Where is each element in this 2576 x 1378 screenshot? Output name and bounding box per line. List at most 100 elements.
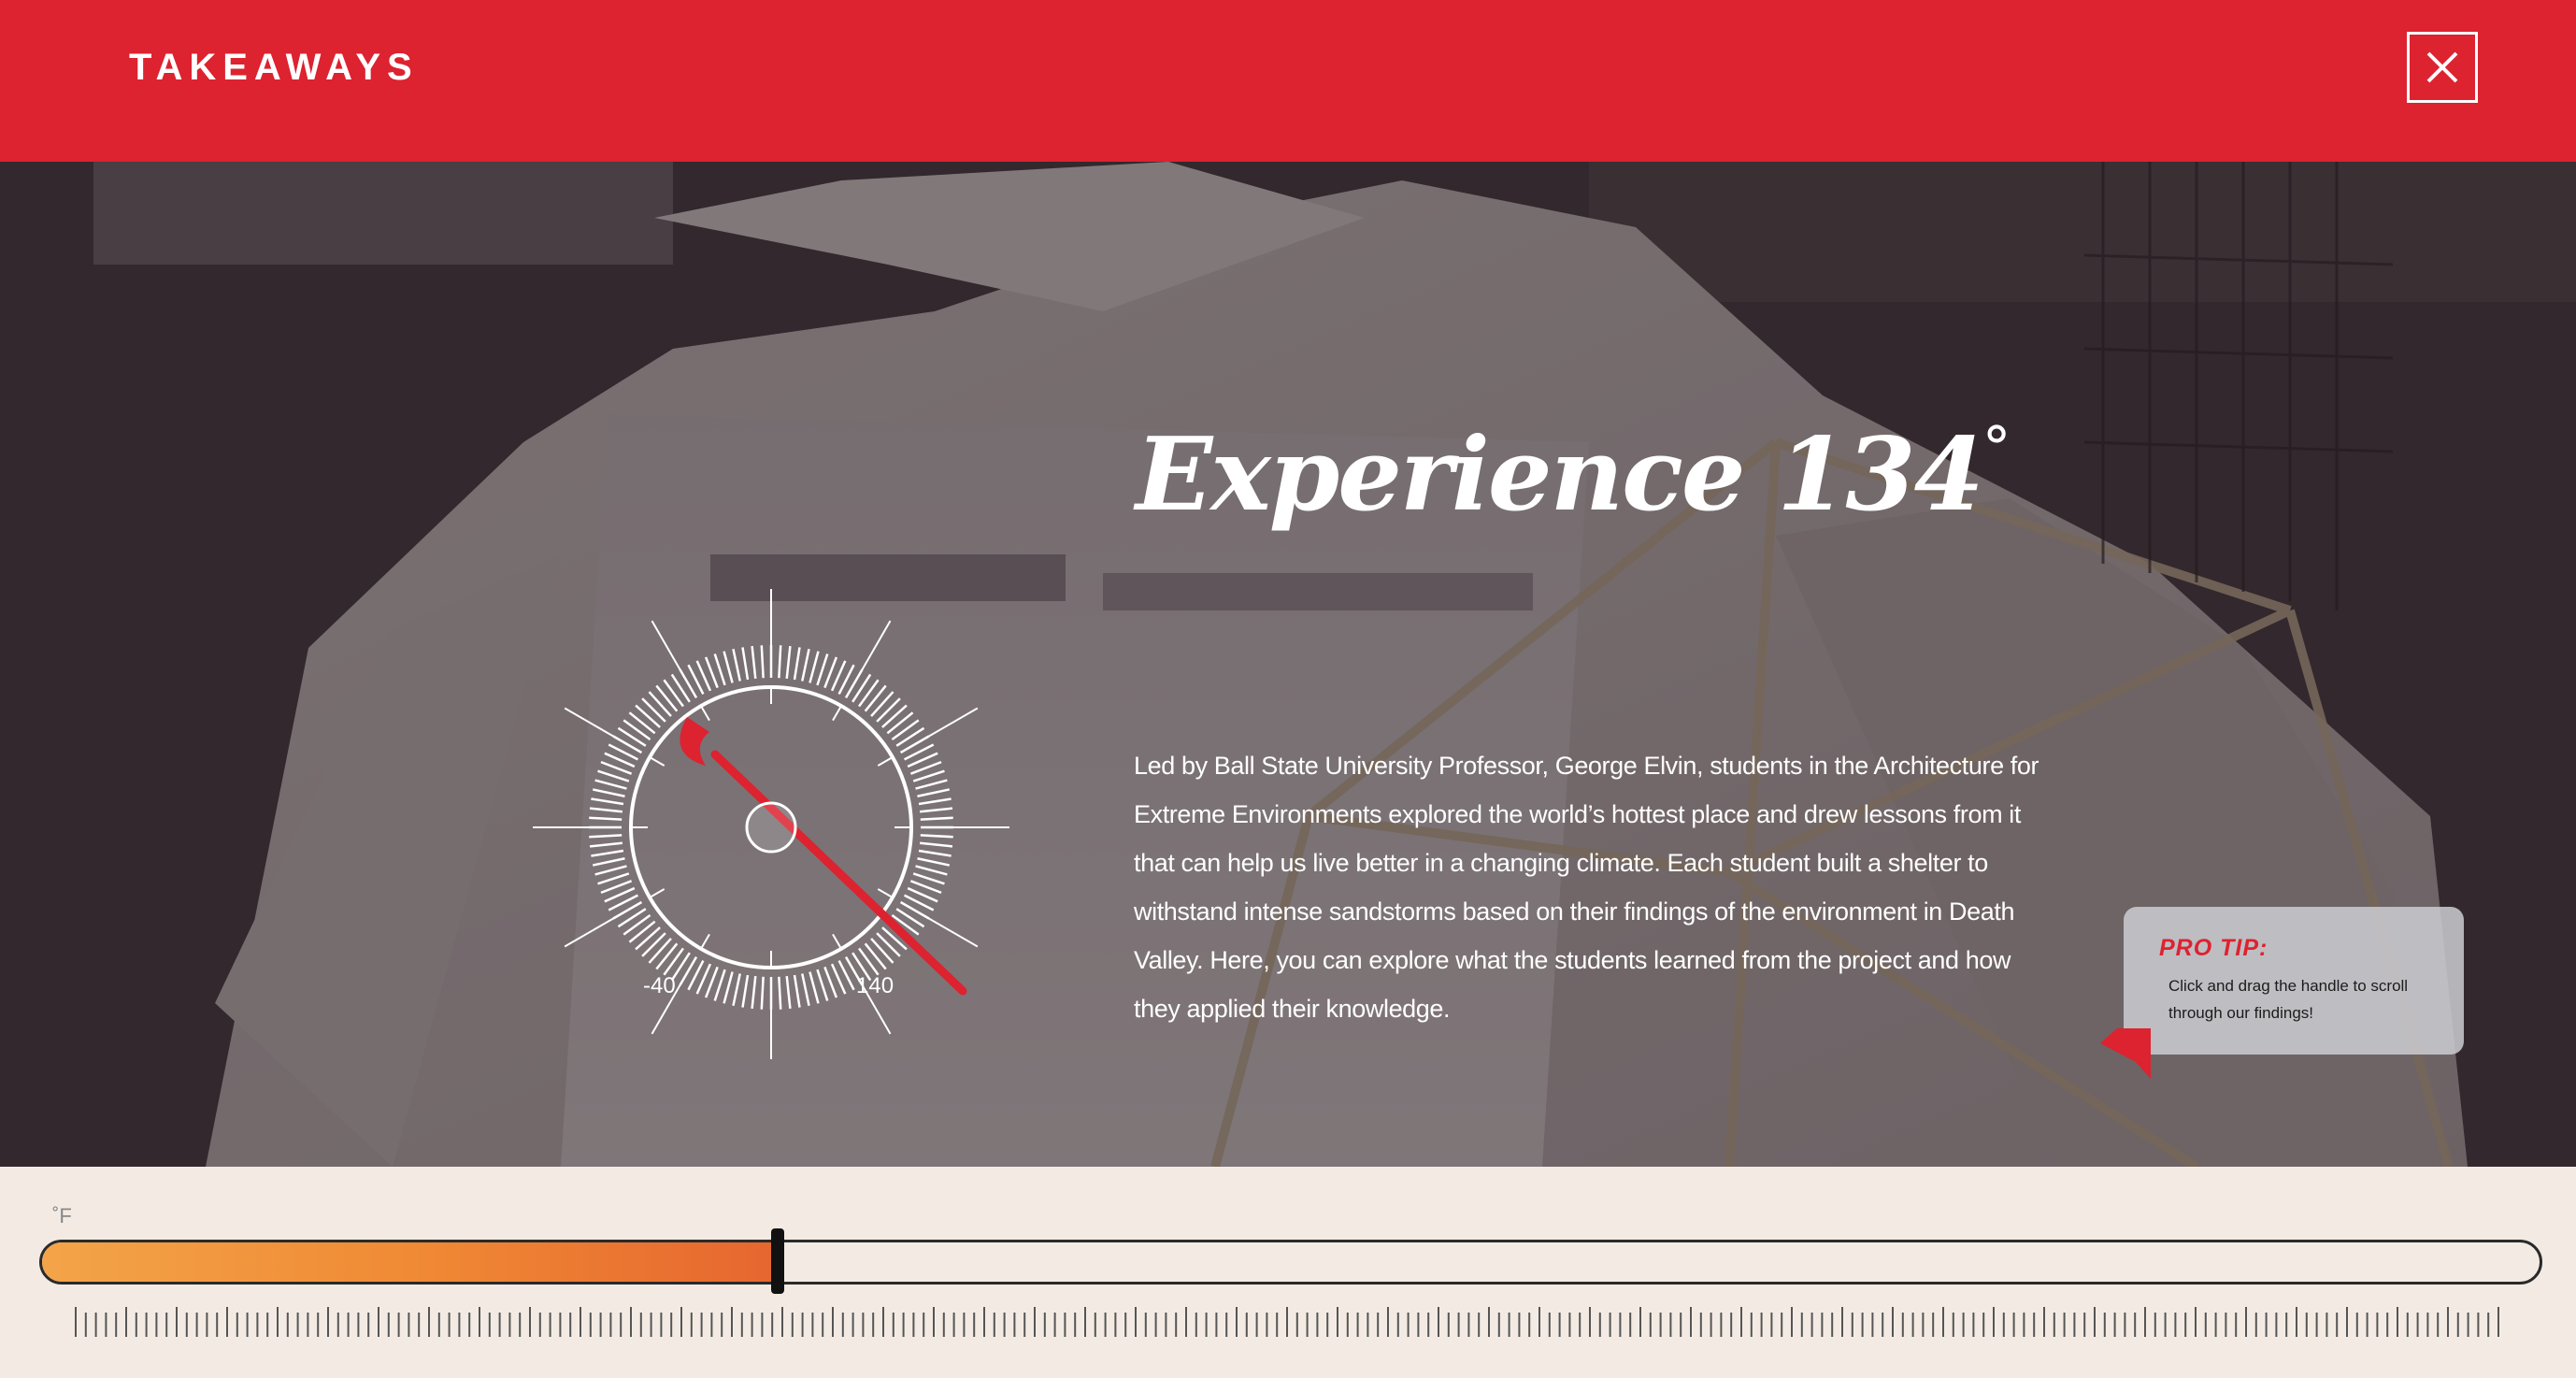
unit-label: ˚F bbox=[52, 1204, 72, 1227]
gauge-tick bbox=[920, 816, 953, 821]
gauge-needle-tail bbox=[680, 717, 709, 766]
gauge-tick bbox=[778, 645, 782, 679]
gauge-spoke bbox=[564, 915, 618, 948]
gauge-tick bbox=[655, 942, 679, 970]
gauge-tick bbox=[876, 932, 901, 957]
gauge-tick bbox=[628, 711, 656, 735]
gauge-tick bbox=[589, 841, 623, 848]
close-icon bbox=[2426, 51, 2458, 83]
gauge-tick bbox=[663, 947, 684, 976]
gauge-inner-tick bbox=[700, 705, 710, 722]
gauge-tick bbox=[670, 673, 691, 703]
gauge-needle bbox=[710, 750, 967, 996]
gauge-tick bbox=[751, 975, 757, 1010]
gauge-tick bbox=[919, 841, 953, 848]
gauge-tick bbox=[635, 704, 661, 728]
page-title: TAKEAWAYS bbox=[129, 47, 419, 88]
gauge-tick bbox=[816, 969, 829, 1001]
gauge-max-label: 140 bbox=[856, 973, 894, 998]
gauge-tick bbox=[655, 684, 679, 712]
gauge-tick bbox=[593, 857, 625, 867]
gauge-tick bbox=[617, 908, 647, 928]
gauge-tick bbox=[785, 645, 792, 680]
gauge-tick bbox=[917, 788, 950, 797]
gauge-tick bbox=[895, 908, 925, 928]
gauge-tick bbox=[891, 719, 920, 740]
headline-text: Experience 134 bbox=[1136, 416, 1984, 534]
gauge-tick bbox=[881, 704, 908, 728]
gauge-tick bbox=[628, 920, 656, 943]
pro-tip-title: PRO TIP: bbox=[2159, 935, 2268, 961]
pro-tip-pointer-icon bbox=[2100, 1028, 2151, 1079]
gauge-tick bbox=[801, 973, 810, 1006]
gauge-tick bbox=[593, 788, 625, 797]
gauge-tick bbox=[732, 973, 741, 1006]
gauge-spoke bbox=[924, 915, 979, 948]
gauge-tick bbox=[591, 797, 624, 806]
gauge-tick bbox=[870, 938, 894, 964]
gauge-tick bbox=[852, 673, 872, 703]
gauge-tick bbox=[918, 797, 952, 806]
gauge-tick bbox=[617, 726, 647, 747]
gauge-spoke bbox=[859, 620, 892, 674]
slider-fill bbox=[42, 1242, 780, 1282]
gauge-tick bbox=[623, 914, 651, 936]
gauge-tick bbox=[594, 779, 627, 790]
gauge-tick bbox=[858, 947, 880, 976]
gauge-tick bbox=[915, 779, 948, 790]
gauge-tick bbox=[785, 975, 792, 1010]
gauge-tick bbox=[741, 974, 750, 1008]
thermometer-gauge bbox=[533, 589, 1009, 1059]
gauge-tick bbox=[876, 697, 901, 723]
slider-track[interactable] bbox=[39, 1240, 2542, 1285]
gauge-tick bbox=[623, 719, 651, 740]
gauge-tick bbox=[886, 711, 914, 735]
gauge-tick bbox=[895, 726, 925, 747]
gauge-tick bbox=[793, 974, 801, 1008]
gauge-tick bbox=[912, 872, 945, 885]
gauge-tick bbox=[723, 971, 734, 1004]
gauge-tick bbox=[723, 651, 734, 683]
description: Led by Ball State University Professor, … bbox=[1134, 752, 2039, 1023]
gauge-tick bbox=[648, 938, 672, 964]
gauge-inner-tick bbox=[649, 888, 665, 898]
gauge-tick bbox=[591, 849, 624, 857]
gauge-tick bbox=[809, 651, 820, 683]
gauge-tick bbox=[635, 926, 661, 951]
gauge-tick bbox=[663, 679, 684, 708]
gauge-tick bbox=[870, 691, 894, 717]
gauge-tick bbox=[589, 834, 623, 839]
gauge-inner-tick bbox=[700, 933, 710, 950]
gauge-tick bbox=[597, 769, 630, 782]
gauge-inner-tick bbox=[649, 756, 665, 767]
gauge-tick bbox=[864, 684, 887, 712]
gauge-inner-tick bbox=[877, 756, 894, 767]
gauge-tick bbox=[641, 697, 666, 723]
close-button[interactable] bbox=[2407, 32, 2478, 103]
gauge-tick bbox=[741, 647, 750, 681]
gauge-spoke bbox=[924, 707, 979, 739]
gauge-inner-tick bbox=[832, 933, 842, 950]
gauge-tick bbox=[912, 769, 945, 782]
degree-symbol: ° bbox=[1982, 413, 2011, 481]
gauge-tick bbox=[589, 816, 623, 821]
gauge-tick bbox=[920, 834, 953, 839]
gauge-inner-tick bbox=[877, 888, 894, 898]
gauge-tick bbox=[589, 807, 623, 813]
gauge-tick bbox=[732, 649, 741, 682]
gauge-tick bbox=[919, 807, 953, 813]
gauge-tick bbox=[917, 857, 950, 867]
temperature-slider-panel: ˚F bbox=[0, 1167, 2576, 1378]
headline: Experience 134° bbox=[1136, 413, 2011, 534]
gauge-tick bbox=[594, 865, 627, 876]
gauge-spoke bbox=[651, 620, 683, 674]
gauge-tick bbox=[809, 971, 820, 1004]
gauge-tick bbox=[641, 932, 666, 957]
gauge-tick bbox=[793, 647, 801, 681]
pro-tip-card: PRO TIP: Click and drag the handle to sc… bbox=[2124, 907, 2464, 1055]
slider-handle[interactable] bbox=[771, 1228, 784, 1294]
gauge-tick bbox=[713, 969, 726, 1001]
gauge-hub bbox=[745, 801, 797, 854]
gauge-tick bbox=[751, 645, 757, 680]
top-bar: TAKEAWAYS bbox=[0, 0, 2576, 162]
